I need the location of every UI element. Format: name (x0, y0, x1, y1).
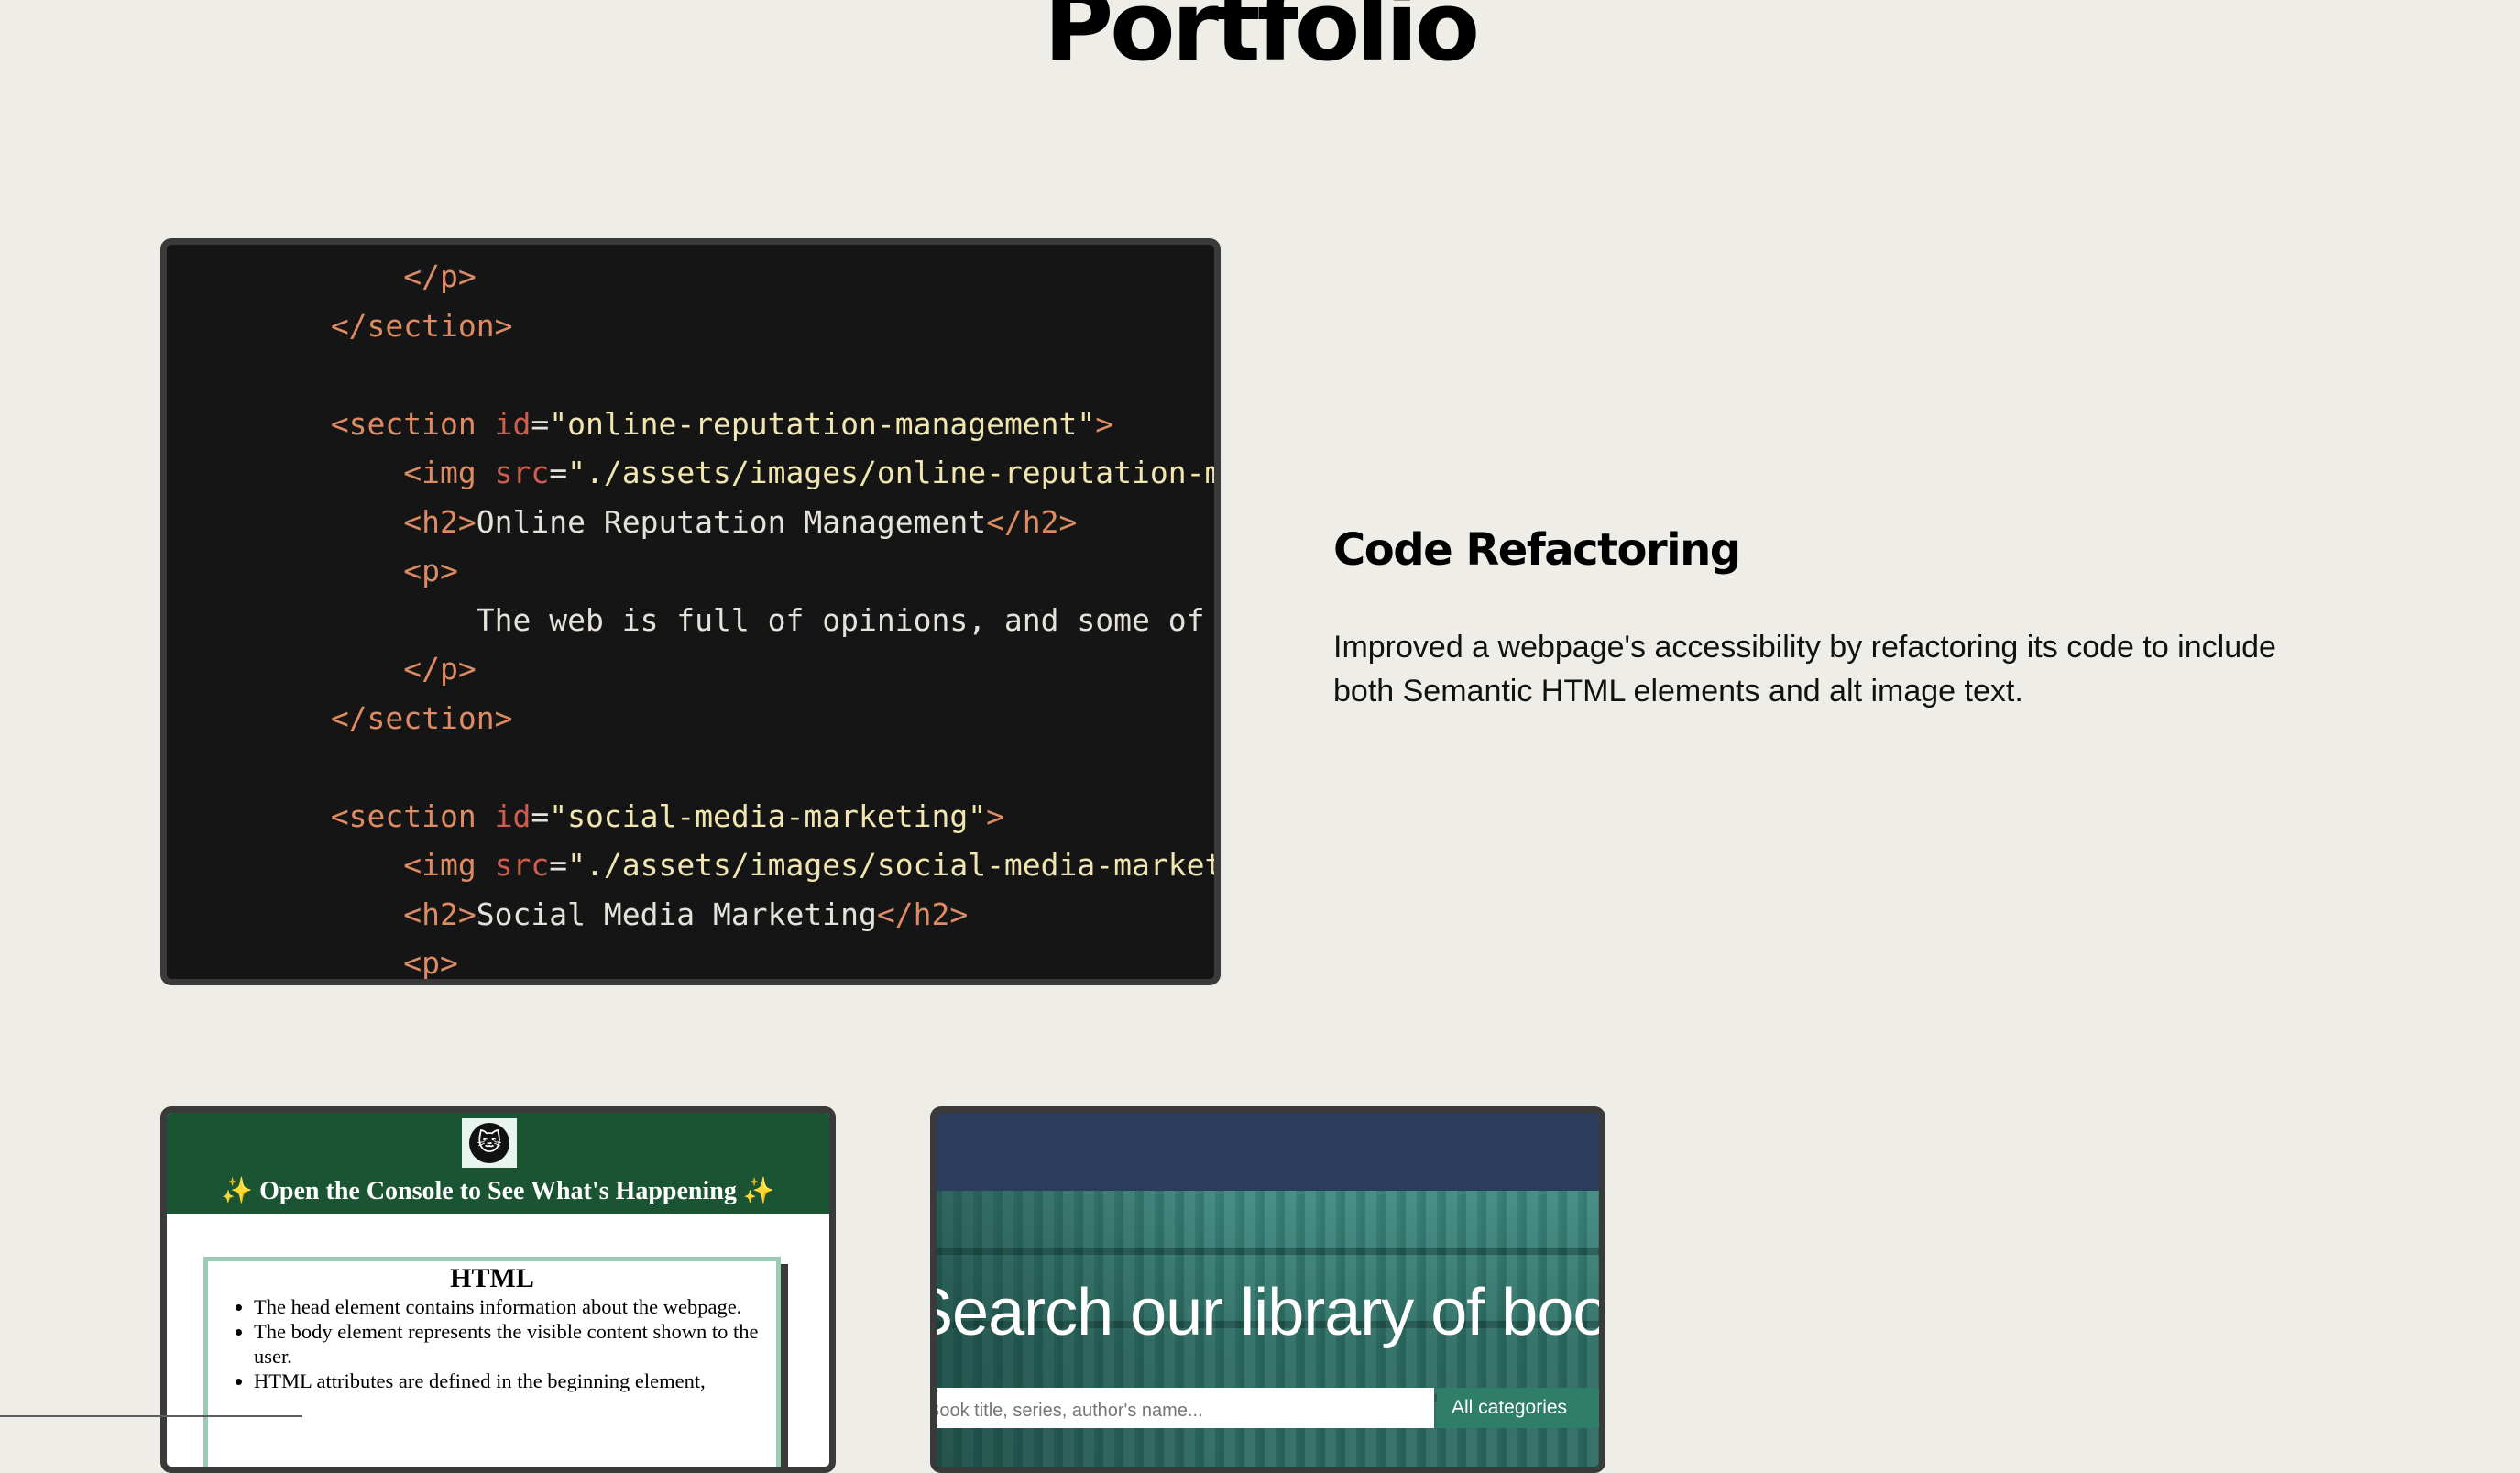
code-token: </section> (330, 307, 513, 344)
code-listing: </p> </section> <section id="online-repu… (167, 252, 1221, 981)
code-token: = (549, 847, 568, 883)
code-line: </p> (167, 252, 1214, 302)
code-token: src (494, 455, 550, 490)
library-hero: Search our library of books (937, 1191, 1599, 1467)
code-token: "social-media-marketing" (549, 797, 987, 834)
code-line: </p> (167, 644, 1214, 694)
library-hero-text: Search our library of books (937, 1276, 1605, 1349)
code-token: <section (330, 797, 495, 834)
list-item: The head element contains information ab… (254, 1294, 776, 1319)
code-token: = (549, 455, 568, 490)
code-token: "./assets/images/social-media-marketi (567, 847, 1221, 883)
code-token: Social Media Marketing (476, 896, 877, 932)
console-heading: ✨ Open the Console to See What's Happeni… (167, 1175, 829, 1206)
html-facts-list: The head element contains information ab… (208, 1294, 776, 1393)
code-token: </p> (403, 258, 477, 294)
code-token: = (531, 797, 550, 834)
code-token: </h2> (876, 896, 969, 932)
code-token: <p> (403, 945, 458, 981)
code-token: </h2> (986, 503, 1078, 540)
code-token: id (494, 405, 531, 442)
page-title: Portfolio (1043, 0, 1480, 82)
console-heading-text: Open the Console to See What's Happening (259, 1177, 737, 1205)
sparkle-icon: ✨ (742, 1177, 775, 1205)
code-line: </section> (167, 302, 1214, 351)
code-token: <section (330, 405, 495, 442)
code-token: > (986, 797, 1004, 834)
code-token: id (494, 797, 531, 834)
html-info-box: HTML The head element contains informati… (203, 1257, 781, 1467)
code-line: <p> (167, 546, 1214, 596)
code-token: <p> (403, 553, 458, 588)
code-token: The web is full of opinions, and some of… (476, 601, 1221, 638)
console-header: 🐱 ✨ Open the Console to See What's Happe… (167, 1113, 829, 1214)
code-token: <h2> (403, 896, 477, 932)
html-box-title: HTML (450, 1263, 534, 1293)
code-line: <h2>Online Reputation Management</h2> (167, 498, 1214, 547)
code-line: <img src="./assets/images/social-media-m… (167, 841, 1221, 890)
code-line: <p> (167, 939, 1214, 981)
list-item: The body element represents the visible … (254, 1319, 776, 1369)
code-token: "./assets/images/online-reputation-ma (567, 455, 1221, 490)
code-line: <section id="social-media-marketing"> (167, 792, 1214, 841)
code-token: src (494, 847, 550, 883)
library-navbar (937, 1113, 1599, 1191)
code-token: Online Reputation Management (476, 503, 987, 540)
code-token: "online-reputation-management" (549, 405, 1096, 442)
code-line: The web is full of opinions, and some of… (167, 596, 1221, 645)
cat-face-icon: 🐱 (462, 1118, 517, 1168)
code-token: > (1095, 405, 1114, 442)
sparkle-icon: ✨ (221, 1177, 254, 1205)
code-token: <img (403, 455, 495, 490)
code-refactoring-screenshot[interactable]: </p> </section> <section id="online-repu… (160, 238, 1221, 985)
code-token: </p> (403, 651, 477, 687)
code-line: <img src="./assets/images/online-reputat… (167, 448, 1221, 498)
all-categories-button[interactable]: All categories (1437, 1388, 1599, 1428)
project-description: Improved a webpage's accessibility by re… (1333, 630, 2276, 709)
code-line: <h2>Social Media Marketing</h2> (167, 890, 1214, 940)
code-token: = (531, 405, 550, 442)
library-search-input[interactable] (937, 1388, 1434, 1428)
code-token: <img (403, 847, 495, 883)
console-project-card[interactable]: 🐱 ✨ Open the Console to See What's Happe… (160, 1106, 836, 1473)
library-project-card[interactable]: Search our library of books All categori… (930, 1106, 1605, 1473)
code-token: <h2> (403, 503, 477, 540)
project-title: Code Refactoring (1333, 524, 1741, 576)
code-line: <section id="online-reputation-managemen… (167, 400, 1214, 449)
list-item: HTML attributes are defined in the begin… (254, 1369, 776, 1393)
code-line: </section> (167, 694, 1214, 743)
code-token: </section> (330, 699, 513, 736)
